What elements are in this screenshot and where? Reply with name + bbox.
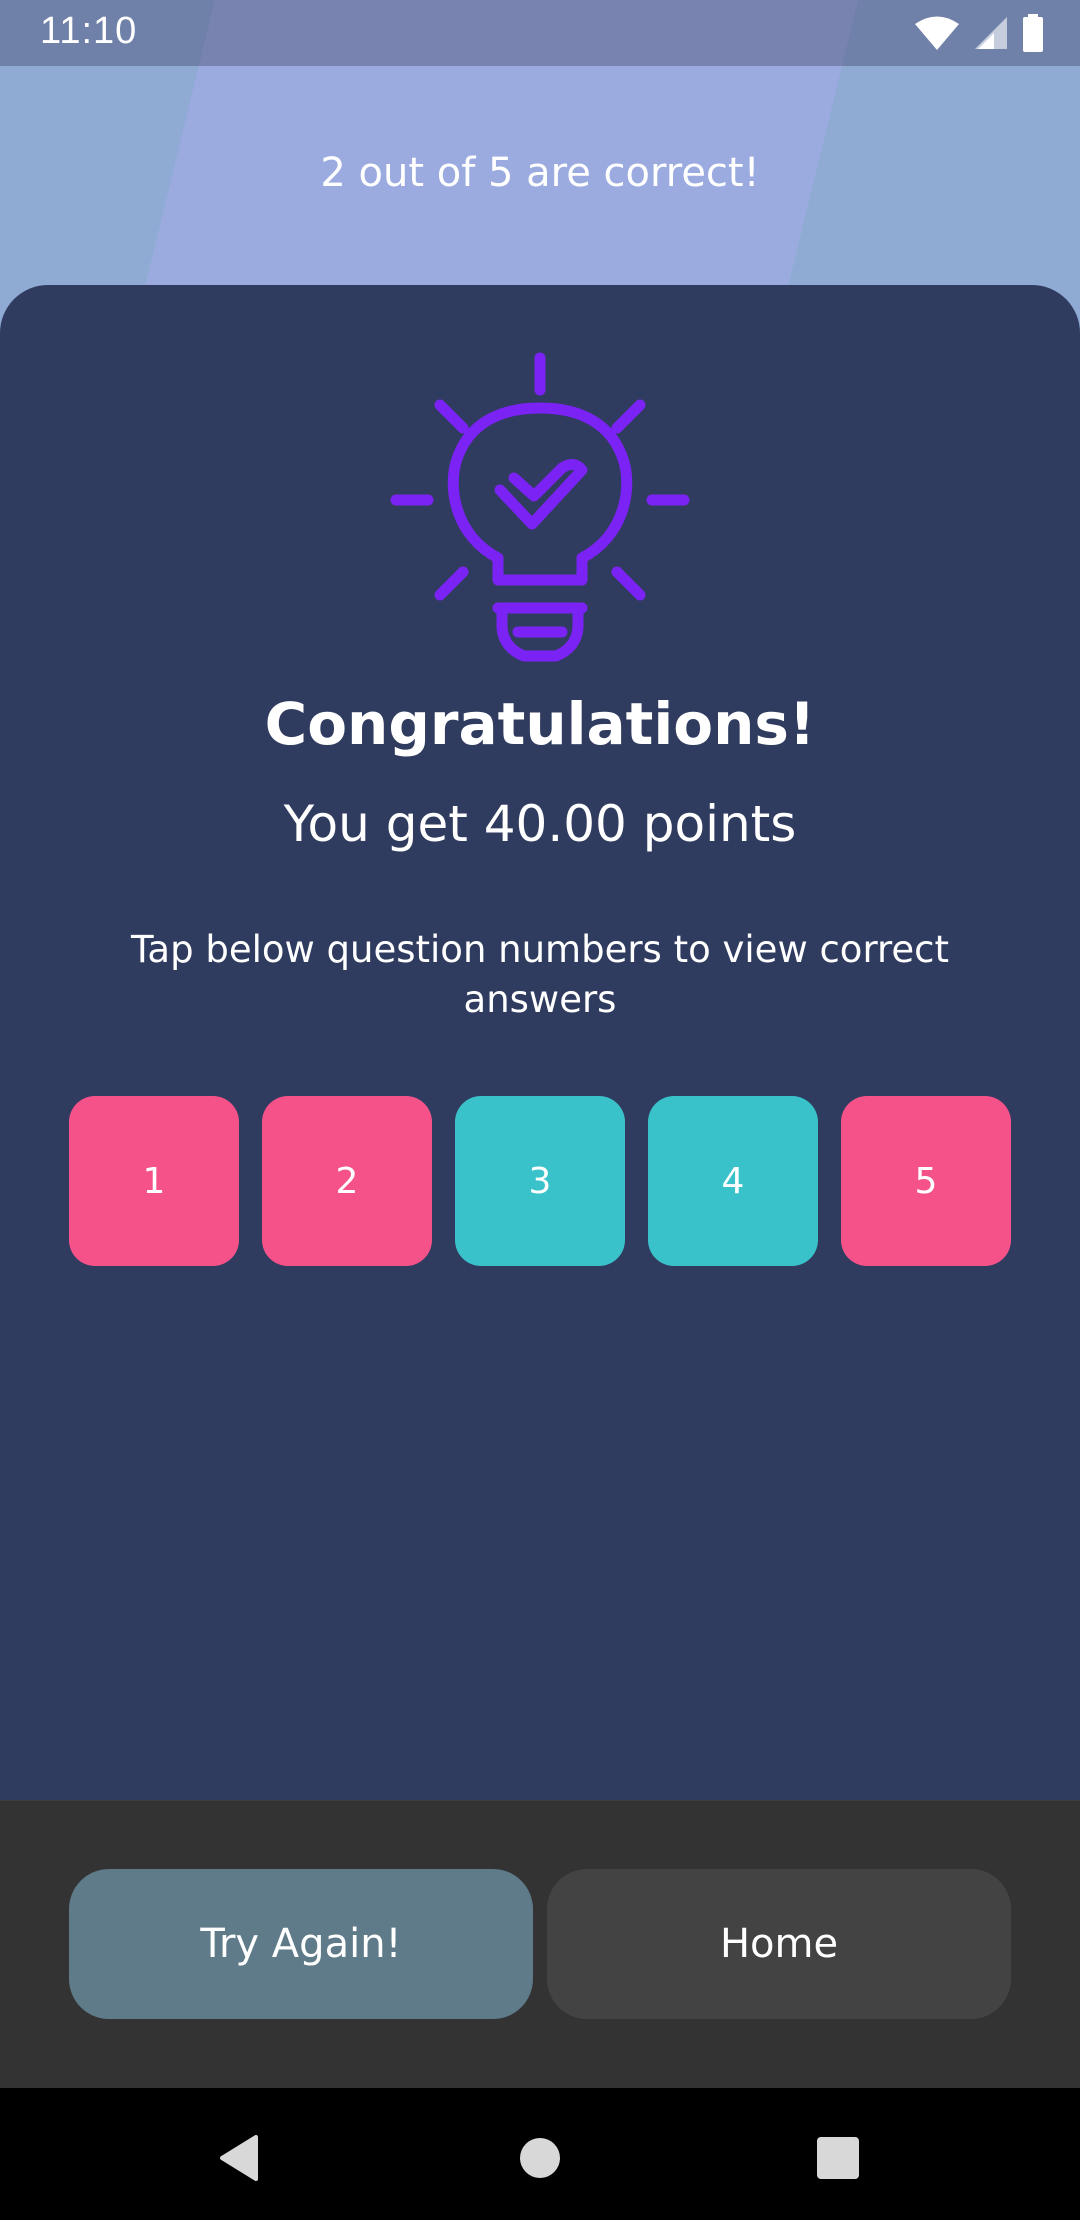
battery-icon [1022,14,1044,52]
question-5-button[interactable]: 5 [841,1096,1011,1266]
points-text: You get 40.00 points [283,795,797,853]
congratulations-title: Congratulations! [264,690,816,758]
status-icons [914,14,1044,52]
question-4-button[interactable]: 4 [648,1096,818,1266]
cell-signal-icon [974,15,1008,51]
system-navigation-bar [0,2088,1080,2220]
question-1-button[interactable]: 1 [69,1096,239,1266]
recents-icon[interactable] [808,2128,868,2188]
question-3-button[interactable]: 3 [455,1096,625,1266]
question-2-button[interactable]: 2 [262,1096,432,1266]
status-time: 11:10 [40,10,138,52]
back-icon[interactable] [210,2128,270,2188]
status-bar: 11:10 [0,0,1080,66]
lightbulb-check-icon [390,350,690,670]
home-button[interactable]: Home [547,1869,1011,2019]
home-circle-icon[interactable] [510,2128,570,2188]
action-bar: Try Again! Home [0,1800,1080,2088]
result-summary: 2 out of 5 are correct! [320,150,760,196]
question-number-list: 1 2 3 4 5 [69,1096,1011,1266]
try-again-button[interactable]: Try Again! [69,1869,533,2019]
wifi-icon [914,15,960,51]
answers-hint: Tap below question numbers to view corre… [130,928,950,1021]
